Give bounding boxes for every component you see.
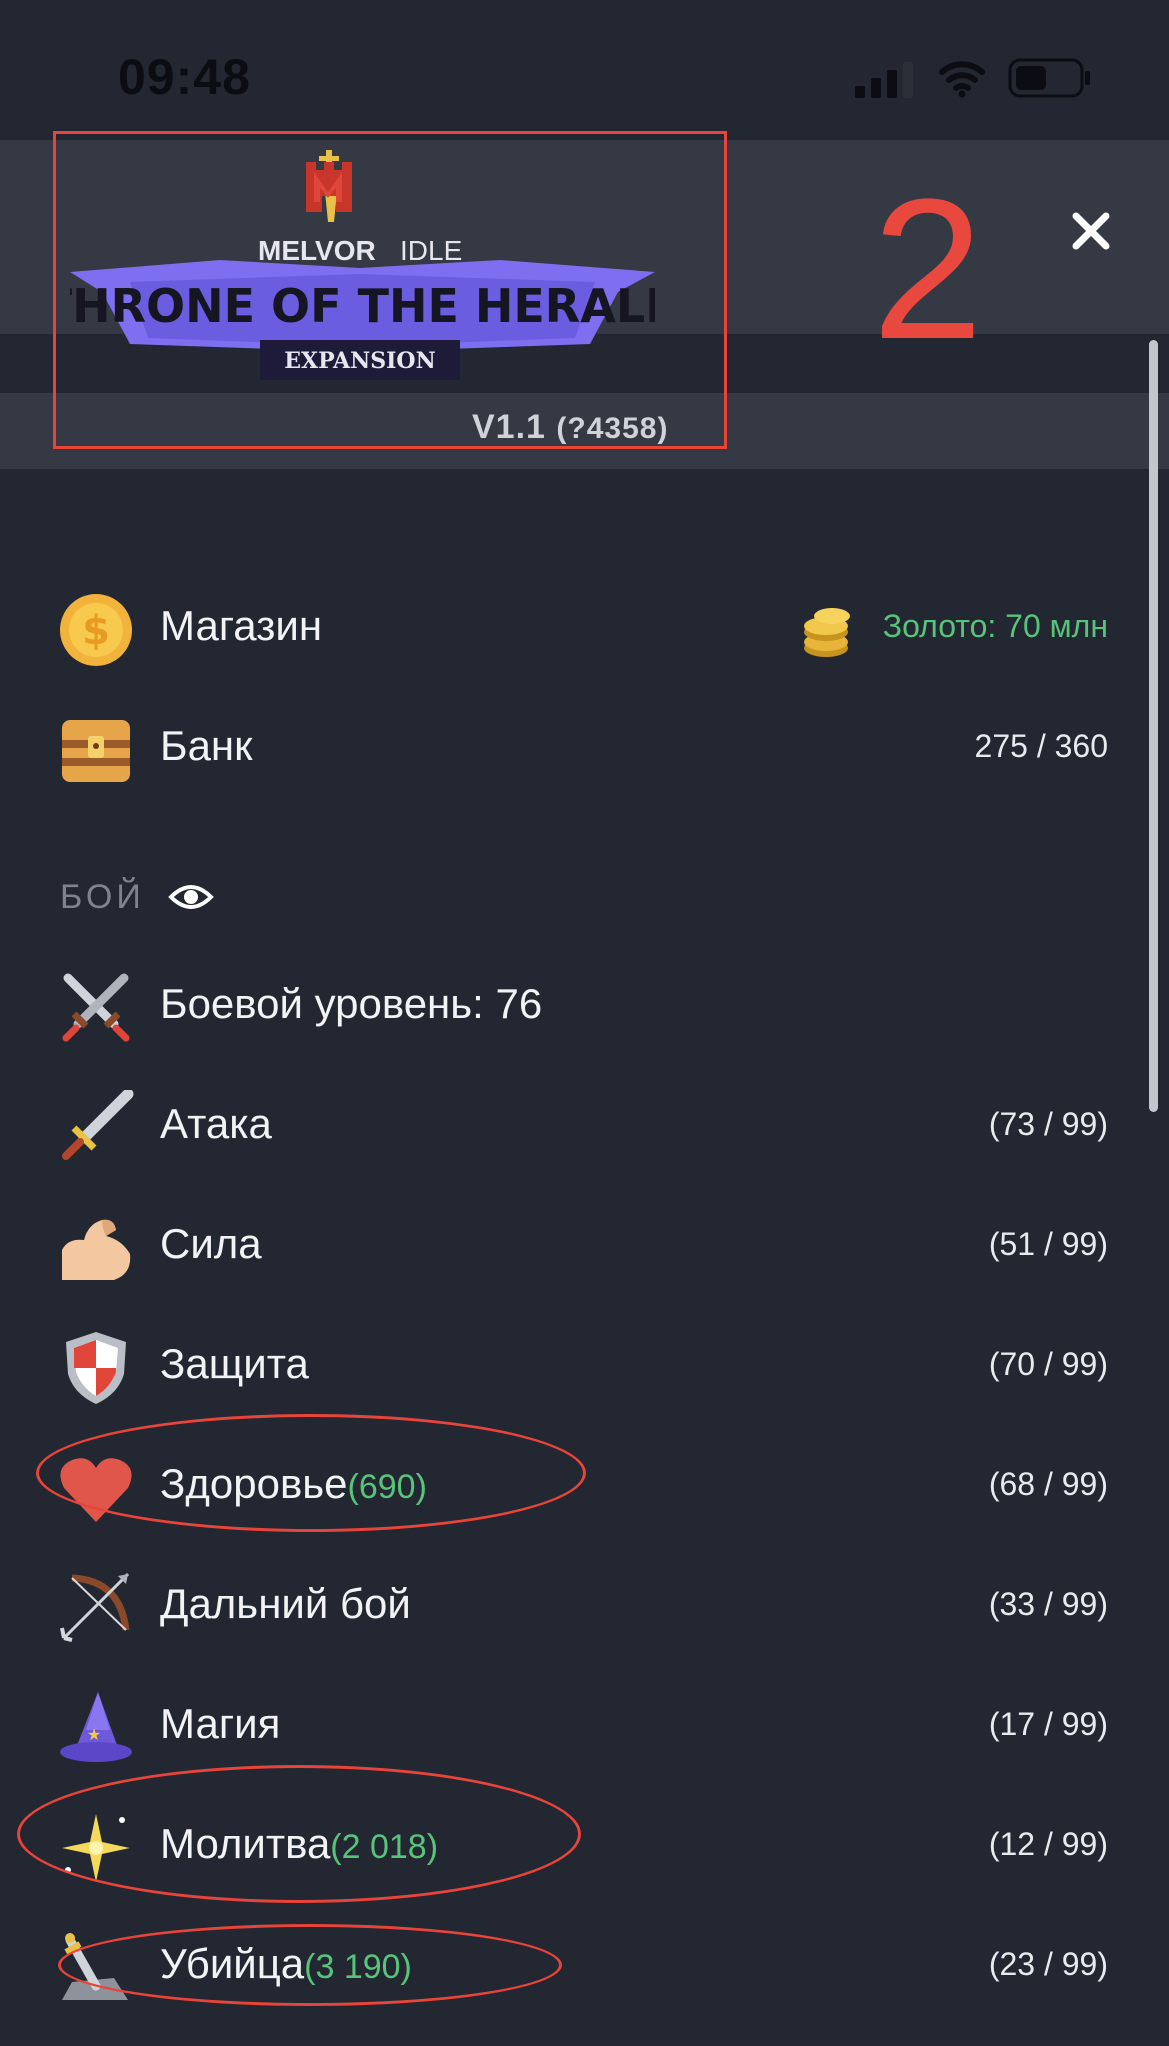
- bow-icon: [60, 1572, 130, 1642]
- skill-level: (12 / 99): [988, 1826, 1108, 1862]
- coin-icon: $: [60, 594, 132, 666]
- bank-count: 275 / 360: [974, 728, 1108, 764]
- skill-level: (68 / 99): [988, 1466, 1108, 1502]
- sparkle-icon: [62, 1814, 130, 1882]
- treasure-chest-icon: [62, 720, 130, 782]
- annotation-box: [53, 131, 727, 449]
- skill-label: Сила: [160, 1220, 262, 1267]
- skill-label: Здоровье(690): [160, 1460, 427, 1507]
- skill-level: (17 / 99): [988, 1706, 1108, 1742]
- skill-row-magic[interactable]: ★ Магия (17 / 99): [0, 1674, 1130, 1774]
- scrollbar[interactable]: [1149, 340, 1158, 1112]
- status-time: 09:48: [118, 49, 251, 105]
- eye-icon[interactable]: [168, 880, 214, 914]
- skill-row-defence[interactable]: Защита (70 / 99): [0, 1314, 1130, 1414]
- skill-label: Атака: [160, 1100, 272, 1147]
- skill-label: Защита: [160, 1340, 309, 1387]
- skill-level: (51 / 99): [988, 1226, 1108, 1262]
- skill-row-ranged[interactable]: Дальний бой (33 / 99): [0, 1554, 1130, 1654]
- close-icon[interactable]: [1068, 208, 1114, 254]
- skill-row-strength[interactable]: Сила (51 / 99): [0, 1194, 1130, 1294]
- annotation-number: 2: [872, 158, 984, 381]
- shield-icon: [66, 1332, 126, 1404]
- wizard-hat-icon: ★: [60, 1692, 132, 1762]
- combat-level-row[interactable]: Боевой уровень: 76: [0, 954, 1130, 1054]
- wifi-icon: [939, 61, 985, 98]
- flexed-arm-icon: [62, 1219, 131, 1280]
- skill-level: (73 / 99): [988, 1106, 1108, 1142]
- skill-label: Боевой уровень: 76: [160, 980, 543, 1027]
- skill-label: Молитва(2 018): [160, 1820, 439, 1867]
- skill-row-prayer[interactable]: Молитва(2 018) (12 / 99): [0, 1794, 1130, 1894]
- skill-row-hitpoints[interactable]: Здоровье(690) (68 / 99): [0, 1434, 1130, 1534]
- skill-xp: (690): [347, 1468, 427, 1506]
- skill-level: (70 / 99): [988, 1346, 1108, 1382]
- heart-icon: [60, 1458, 132, 1522]
- crossed-swords-icon: [62, 973, 130, 1042]
- menu-item-bank[interactable]: Банк 275 / 360: [0, 696, 1130, 796]
- skill-xp: (2 018): [330, 1828, 439, 1866]
- gold-coins-icon: [804, 608, 850, 657]
- sword-icon: [62, 1090, 134, 1160]
- slayer-sword-icon: [62, 1933, 128, 2000]
- skill-label: Дальний бой: [160, 1580, 411, 1627]
- gold-amount: Золото: 70 млн: [882, 608, 1108, 644]
- skill-level: (33 / 99): [988, 1586, 1108, 1622]
- skill-xp: (3 190): [304, 1948, 412, 1986]
- battery-icon: [1008, 58, 1090, 98]
- menu-item-label: Банк: [160, 722, 253, 769]
- skill-label: Магия: [160, 1700, 281, 1747]
- skill-label: Убийца(3 190): [160, 1940, 412, 1987]
- menu-item-shop[interactable]: $ Магазин Золото: 70 млн: [0, 576, 1130, 676]
- skill-row-slayer[interactable]: Убийца(3 190) (23 / 99): [0, 1914, 1130, 2014]
- skill-level: (23 / 99): [988, 1946, 1108, 1982]
- svg-text:★: ★: [87, 1725, 101, 1744]
- svg-text:$: $: [82, 608, 110, 654]
- skill-row-attack[interactable]: Атака (73 / 99): [0, 1074, 1130, 1174]
- cellular-signal-icon: [855, 62, 913, 98]
- menu-item-label: Магазин: [160, 602, 323, 649]
- status-bar: 09:48: [0, 0, 1169, 140]
- section-header-combat: БОЙ: [60, 878, 145, 916]
